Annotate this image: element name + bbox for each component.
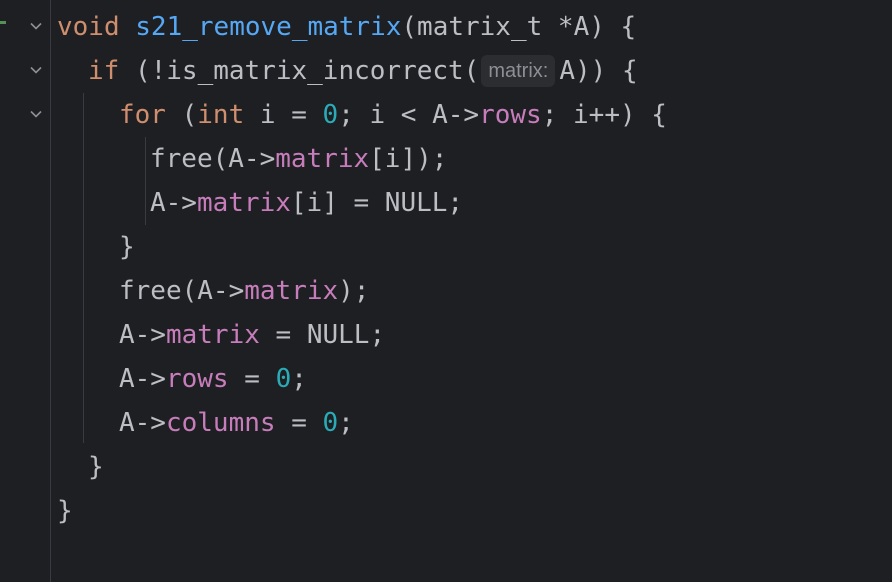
- code-line[interactable]: void s21_remove_matrix(matrix_t *A) {: [57, 5, 636, 49]
- code-text: }: [57, 496, 73, 526]
- code-line[interactable]: }: [88, 445, 104, 489]
- code-text: [i] = NULL;: [290, 188, 464, 218]
- gutter-divider: [50, 0, 51, 582]
- code-text: =: [228, 364, 276, 394]
- field-token: matrix: [196, 188, 291, 218]
- field-token: matrix: [275, 144, 370, 174]
- code-text: );: [338, 276, 370, 306]
- indent-guide: [145, 137, 146, 225]
- code-text: free(A->: [150, 144, 276, 174]
- keyword-token: for: [119, 100, 166, 130]
- code-text: ; i++) {: [541, 100, 667, 130]
- parameter-hint: matrix:: [481, 55, 556, 87]
- keyword-token: int: [197, 100, 245, 130]
- editor-gutter: [0, 0, 51, 582]
- field-token: matrix: [165, 320, 260, 350]
- number-token: 0: [275, 364, 292, 394]
- code-text: (matrix_t *A) {: [401, 12, 637, 42]
- code-text: = NULL;: [259, 320, 386, 350]
- number-token: 0: [322, 100, 339, 130]
- code-line[interactable]: }: [119, 225, 135, 269]
- field-token: matrix: [244, 276, 339, 306]
- code-text: ;: [338, 408, 354, 438]
- code-text: (!is_matrix_incorrect(: [119, 56, 480, 86]
- code-text: =: [275, 408, 323, 438]
- code-text: A->: [119, 364, 166, 394]
- fold-for-chevron-down-icon[interactable]: [28, 106, 44, 122]
- number-token: 0: [322, 408, 339, 438]
- code-text: ; i < A->: [338, 100, 480, 130]
- keyword-token: if: [88, 56, 120, 86]
- code-text: A->: [119, 408, 166, 438]
- field-token: rows: [479, 100, 542, 130]
- code-line[interactable]: A->columns = 0;: [119, 401, 354, 445]
- field-token: rows: [165, 364, 229, 394]
- code-line[interactable]: A->matrix = NULL;: [119, 313, 385, 357]
- keyword-token: void: [57, 12, 120, 42]
- code-text: (: [165, 100, 198, 130]
- code-text: A->: [119, 320, 166, 350]
- code-line[interactable]: free(A->matrix);: [119, 269, 369, 313]
- code-editor[interactable]: void s21_remove_matrix(matrix_t *A) { if…: [57, 0, 892, 582]
- code-line[interactable]: free(A->matrix[i]);: [150, 137, 447, 181]
- code-line[interactable]: }: [57, 489, 73, 533]
- code-text: i =: [244, 100, 323, 130]
- code-line[interactable]: for (int i = 0; i < A->rows; i++) {: [119, 93, 667, 137]
- code-text: }: [88, 452, 104, 482]
- code-text: free(A->: [119, 276, 245, 306]
- code-text: A)) {: [559, 56, 638, 86]
- code-text: ;: [291, 364, 307, 394]
- fold-if-chevron-down-icon[interactable]: [28, 62, 44, 78]
- indent-guide: [83, 93, 84, 443]
- code-text: [i]);: [369, 144, 448, 174]
- function-name-token: s21_remove_matrix: [135, 12, 402, 42]
- fold-function-chevron-down-icon[interactable]: [28, 18, 44, 34]
- field-token: columns: [165, 408, 276, 438]
- code-line[interactable]: if (!is_matrix_incorrect(matrix: A)) {: [88, 49, 638, 93]
- code-text: }: [119, 232, 135, 262]
- code-line[interactable]: A->matrix[i] = NULL;: [150, 181, 463, 225]
- code-line[interactable]: A->rows = 0;: [119, 357, 307, 401]
- code-text: A->: [150, 188, 197, 218]
- vcs-change-marker: [0, 21, 6, 24]
